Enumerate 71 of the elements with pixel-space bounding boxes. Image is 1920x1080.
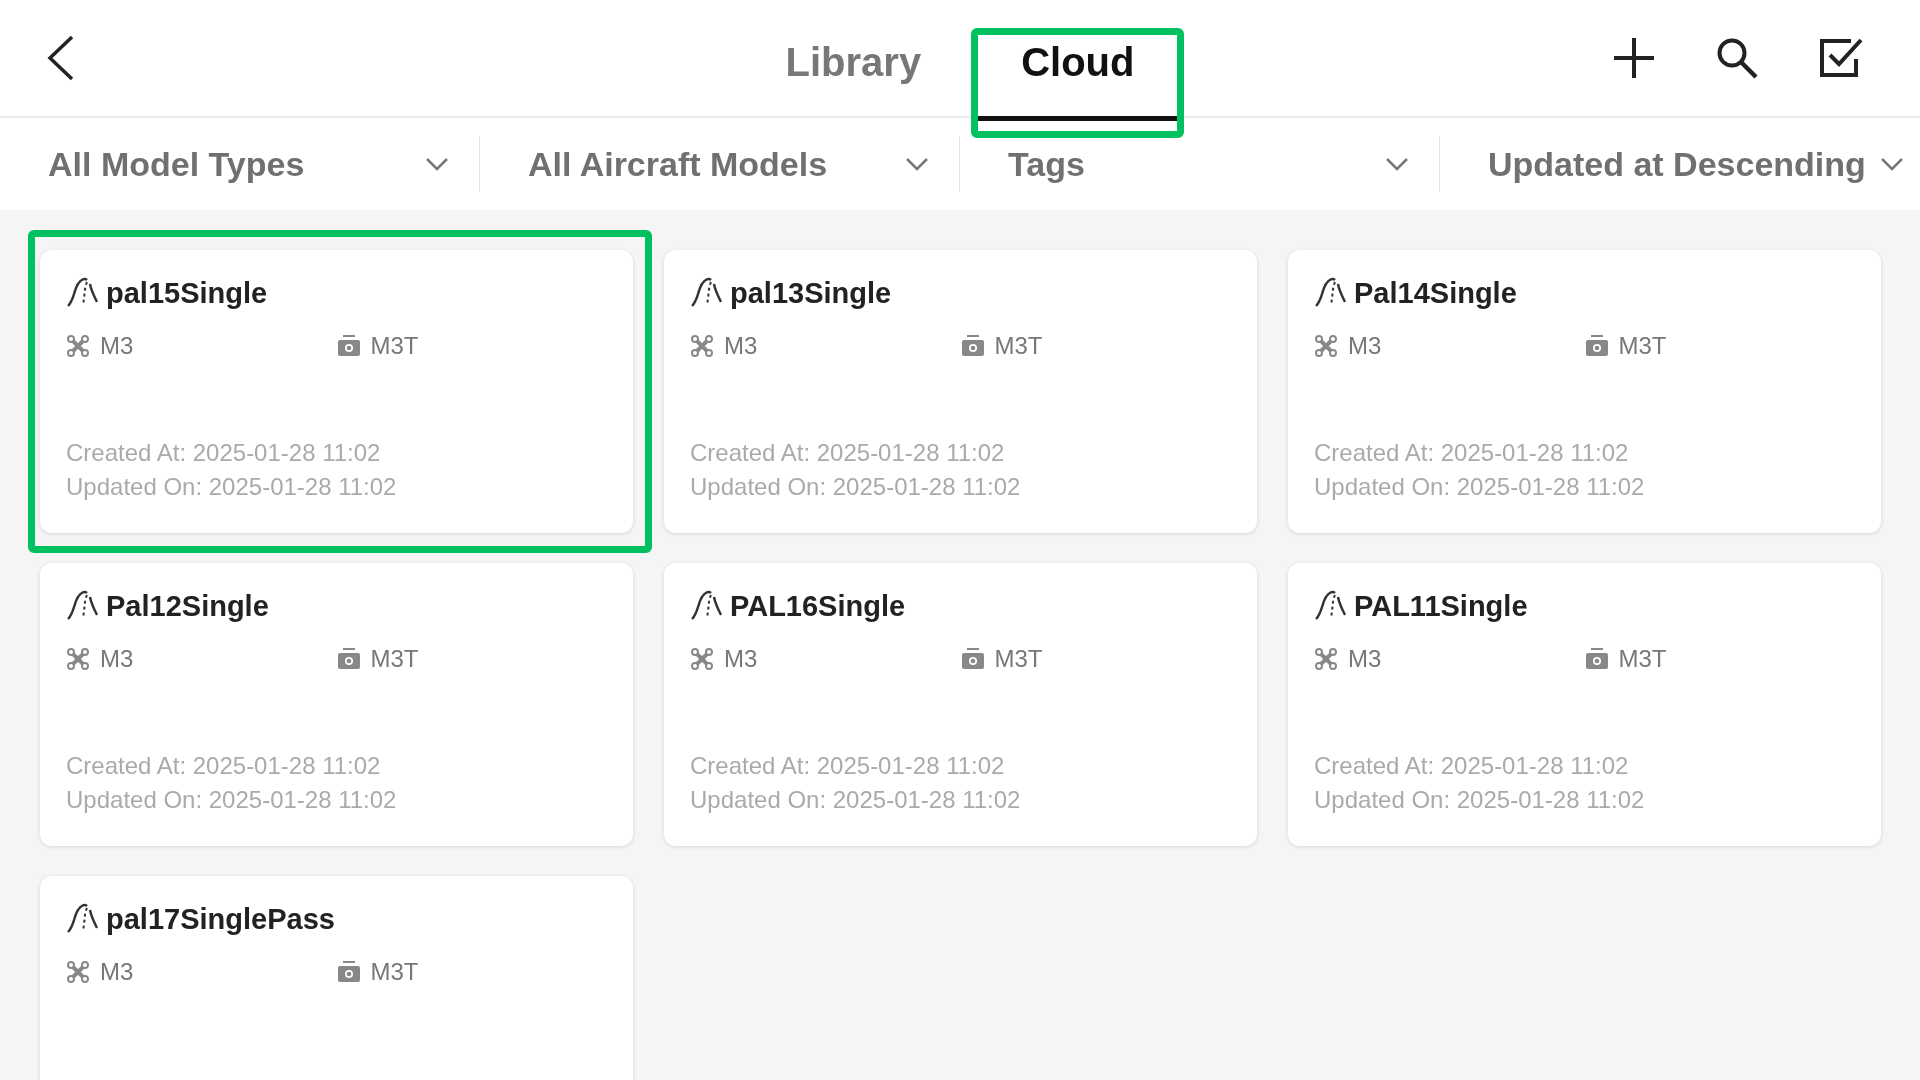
- filter-dropdown[interactable]: All Model Types: [0, 136, 480, 192]
- search-button[interactable]: [1716, 37, 1758, 79]
- route-card[interactable]: Pal14Single M3 M3T Created At: 2025-01-28 11:02 Updated On: 2025-01-28 11:02: [1288, 250, 1881, 533]
- tab[interactable]: Library: [742, 35, 965, 121]
- route-card[interactable]: Pal12Single M3 M3T Created At: 2025-01-28 11:02 Updated On: 2025-01-28 11:02: [40, 563, 633, 846]
- route-name: pal15Single: [106, 276, 268, 310]
- payload-model: M3T: [994, 645, 1043, 673]
- updated-date: Updated On: 2025-01-28 11:02: [690, 472, 1022, 502]
- camera-icon: [336, 334, 361, 358]
- chevron-down-icon: [905, 157, 929, 171]
- aircraft-model: M3: [724, 645, 758, 673]
- created-date: Created At: 2025-01-28 11:02: [66, 751, 382, 781]
- camera-icon: [960, 647, 985, 671]
- checkbox-icon: [1818, 37, 1864, 79]
- camera-icon: [336, 960, 361, 984]
- route-card[interactable]: pal13Single M3 M3T Created At: 2025-01-28 11:02 Updated On: 2025-01-28 11:02: [664, 250, 1257, 533]
- drone-icon: [1314, 647, 1338, 671]
- drone-icon: [1314, 334, 1338, 358]
- route-card[interactable]: pal17SinglePass M3 M3T: [40, 876, 633, 1080]
- updated-date: Updated On: 2025-01-28 11:02: [1314, 785, 1646, 815]
- add-button[interactable]: [1612, 36, 1656, 80]
- chevron-down-icon: [1385, 157, 1409, 171]
- route-card[interactable]: pal15Single M3 M3T Created At: 2025-01-28 11:02 Updated On: 2025-01-28 11:02: [40, 250, 633, 533]
- aircraft-model: M3: [100, 332, 134, 360]
- chevron-down-icon: [425, 157, 449, 171]
- created-date: Created At: 2025-01-28 11:02: [66, 438, 382, 468]
- camera-icon: [336, 647, 361, 671]
- updated-date: Updated On: 2025-01-28 11:02: [1314, 472, 1646, 502]
- route-card[interactable]: PAL16Single M3 M3T Created At: 2025-01-28 11:02 Updated On: 2025-01-28 11:02: [664, 563, 1257, 846]
- route-card[interactable]: PAL11Single M3 M3T Created At: 2025-01-28 11:02 Updated On: 2025-01-28 11:02: [1288, 563, 1881, 846]
- aircraft-model: M3: [724, 332, 758, 360]
- created-date: Created At: 2025-01-28 11:02: [1314, 438, 1630, 468]
- payload-model: M3T: [370, 645, 419, 673]
- payload-model: M3T: [370, 332, 419, 360]
- created-date: Created At: 2025-01-28 11:02: [1314, 751, 1630, 781]
- aircraft-model: M3: [100, 958, 134, 986]
- filter-dropdown[interactable]: All Aircraft Models: [480, 136, 960, 192]
- route-name: Pal12Single: [106, 589, 269, 623]
- chevron-down-icon: [1880, 157, 1904, 171]
- aircraft-model: M3: [1348, 645, 1382, 673]
- drone-icon: [66, 647, 90, 671]
- drone-icon: [690, 334, 714, 358]
- route-name: PAL11Single: [1354, 589, 1528, 623]
- payload-model: M3T: [1618, 645, 1667, 673]
- drone-icon: [66, 334, 90, 358]
- route-name: PAL16Single: [730, 589, 906, 623]
- plus-icon: [1612, 36, 1656, 80]
- payload-model: M3T: [994, 332, 1043, 360]
- updated-date: Updated On: 2025-01-28 11:02: [66, 472, 398, 502]
- route-name: pal13Single: [730, 276, 892, 310]
- filter-dropdown[interactable]: Tags: [960, 136, 1440, 192]
- route-name: pal17SinglePass: [106, 902, 335, 936]
- created-date: Created At: 2025-01-28 11:02: [690, 751, 1006, 781]
- updated-date: Updated On: 2025-01-28 11:02: [690, 785, 1022, 815]
- back-button[interactable]: [46, 35, 76, 81]
- search-icon: [1716, 37, 1758, 79]
- select-button[interactable]: [1818, 37, 1864, 79]
- back-icon: [46, 35, 76, 81]
- camera-icon: [1584, 334, 1609, 358]
- aircraft-model: M3: [100, 645, 134, 673]
- filter-dropdown[interactable]: Updated at Descending: [1440, 136, 1920, 192]
- camera-icon: [1584, 647, 1609, 671]
- route-name: Pal14Single: [1354, 276, 1517, 310]
- created-date: Created At: 2025-01-28 11:02: [690, 438, 1006, 468]
- camera-icon: [960, 334, 985, 358]
- payload-model: M3T: [370, 958, 419, 986]
- drone-icon: [690, 647, 714, 671]
- aircraft-model: M3: [1348, 332, 1382, 360]
- drone-icon: [66, 960, 90, 984]
- payload-model: M3T: [1618, 332, 1667, 360]
- updated-date: Updated On: 2025-01-28 11:02: [66, 785, 398, 815]
